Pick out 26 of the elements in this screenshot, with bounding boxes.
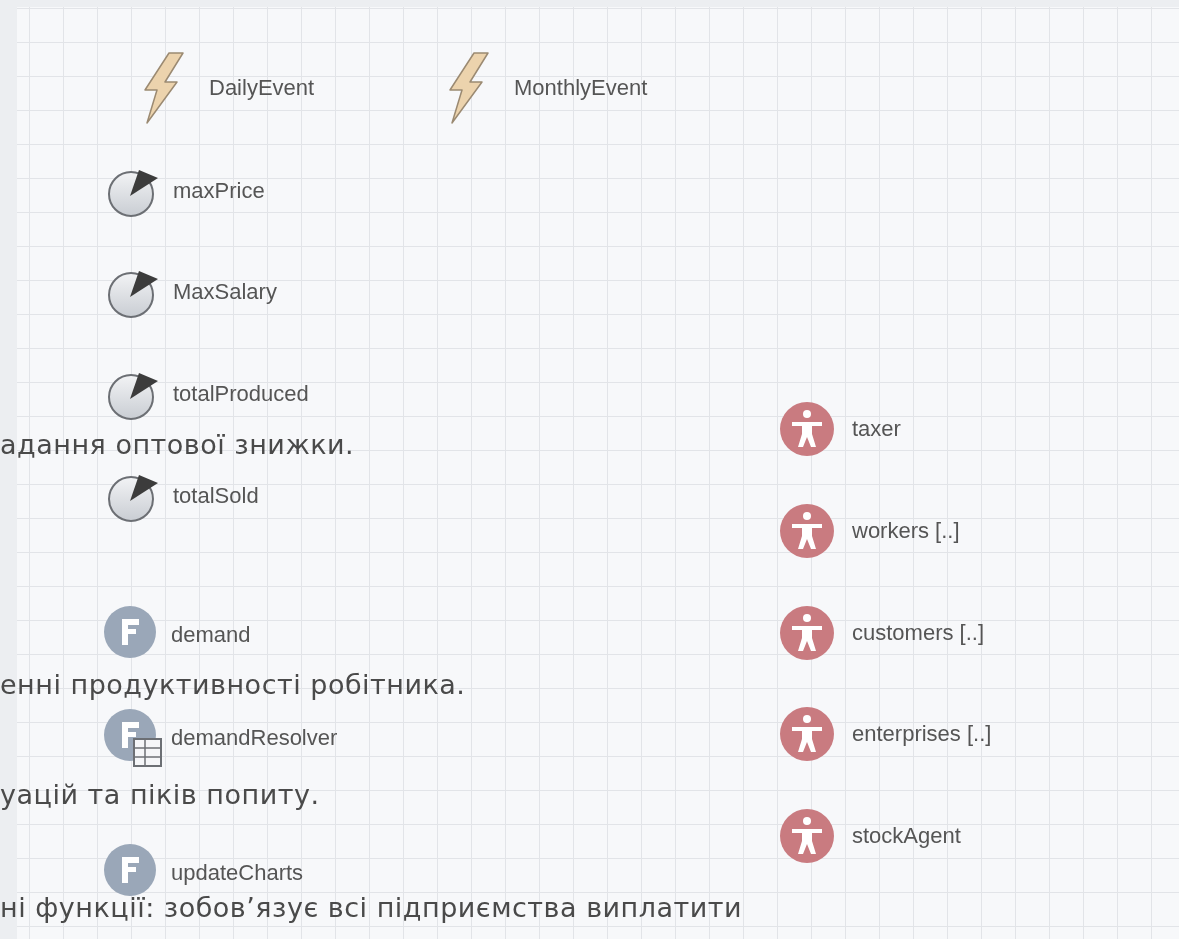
lightning-icon	[448, 52, 490, 124]
person-icon	[779, 401, 835, 457]
variable-label: totalSold	[173, 485, 259, 507]
agent-label: workers [..]	[852, 520, 960, 542]
person-icon	[779, 706, 835, 762]
document-text-line: адання оптової знижки.	[0, 431, 355, 458]
person-icon	[779, 808, 835, 864]
function-label: updateCharts	[171, 862, 304, 884]
table-function-icon	[103, 708, 163, 768]
agent-label: customers [..]	[852, 622, 985, 644]
document-text-line: уацій та піків попиту.	[0, 781, 320, 808]
event-label: MonthlyEvent	[514, 77, 648, 99]
function-label: demand	[171, 624, 251, 646]
variable-label: totalProduced	[173, 383, 309, 405]
agent-label: stockAgent	[852, 825, 961, 847]
person-icon	[779, 605, 835, 661]
agent-label: enterprises [..]	[852, 723, 992, 745]
variable-label: MaxSalary	[173, 281, 277, 303]
agent-label: taxer	[852, 418, 901, 440]
document-text-line: ні функції: зобов’язує всі підприємства виплатити	[0, 894, 743, 921]
function-label: demandResolver	[171, 727, 338, 749]
event-label: DailyEvent	[209, 77, 315, 99]
person-icon	[779, 503, 835, 559]
document-text-line: енні продуктивності робітника.	[0, 671, 466, 698]
variable-label: maxPrice	[173, 180, 265, 202]
lightning-icon	[143, 52, 185, 124]
